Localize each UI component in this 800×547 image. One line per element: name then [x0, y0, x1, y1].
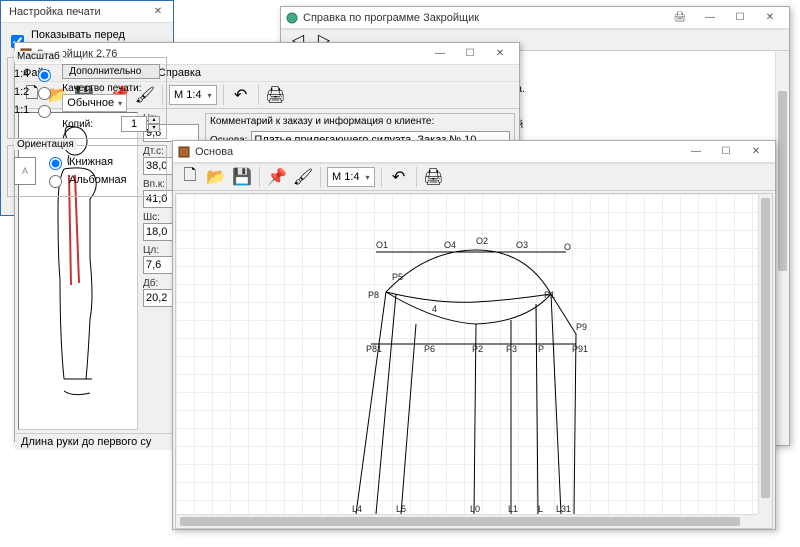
point-label: P5	[392, 272, 403, 282]
help-print-icon[interactable]: 🖨	[665, 8, 695, 28]
close-button[interactable]: ✕	[147, 2, 169, 22]
radio-label: 1:4	[14, 68, 29, 80]
close-button[interactable]: ✕	[485, 44, 515, 64]
help-scrollbar[interactable]	[775, 51, 789, 437]
scale-1-4-radio[interactable]	[38, 69, 51, 82]
help-app-icon	[285, 11, 299, 25]
page-orientation-icon: A	[14, 157, 36, 185]
maximize-button[interactable]: ☐	[455, 44, 485, 64]
separator	[223, 85, 224, 105]
minimize-button[interactable]: —	[425, 44, 455, 64]
pattern-window: Основа — ☐ ✕ 🗋 📂 💾 📌 🖌 M 1:4 ▾ ↶ 🖨	[172, 140, 776, 530]
scale-group: Масштаб 1:4 1:2 1:1 Дополнительно Качест…	[7, 57, 167, 139]
point-label: P1	[544, 290, 555, 300]
close-button[interactable]: ✕	[741, 142, 771, 162]
point-label: O3	[516, 240, 528, 250]
group-legend: Масштаб	[14, 51, 63, 62]
brush-icon[interactable]: 🖌	[292, 166, 314, 188]
maximize-button[interactable]: ☐	[725, 8, 755, 28]
point-label: L1	[508, 504, 518, 514]
point-label: L	[538, 504, 543, 514]
point-label: O2	[476, 236, 488, 246]
extra-button[interactable]: Дополнительно	[62, 64, 160, 79]
radio-label: 1:2	[14, 86, 29, 98]
separator	[320, 167, 321, 187]
spin-down-icon[interactable]: ▾	[148, 124, 160, 132]
point-label: L31	[556, 504, 571, 514]
scale-selector[interactable]: M 1:4 ▾	[327, 167, 375, 187]
scale-label: M 1:4	[174, 89, 202, 101]
new-icon[interactable]: 🗋	[179, 166, 201, 188]
help-titlebar[interactable]: Справка по программе Закройщик 🖨 — ☐ ✕	[281, 7, 789, 29]
separator	[259, 167, 260, 187]
close-button[interactable]: ✕	[755, 8, 785, 28]
separator	[381, 167, 382, 187]
open-icon[interactable]: 📂	[205, 166, 227, 188]
point-label: O1	[376, 240, 388, 250]
separator	[258, 85, 259, 105]
point-label: P9	[576, 322, 587, 332]
scale-selector[interactable]: M 1:4 ▾	[169, 85, 217, 105]
spin-up-icon[interactable]: ▴	[148, 116, 160, 124]
radio-label: 1:1	[14, 104, 29, 116]
copies-input[interactable]	[121, 116, 147, 132]
comment-header: Комментарий к заказу и информация о клие…	[210, 116, 510, 127]
point-label: P91	[572, 344, 588, 354]
resize-grip[interactable]	[758, 514, 772, 528]
pattern-hscroll[interactable]	[176, 514, 758, 528]
chevron-down-icon: ▾	[118, 99, 122, 108]
help-title: Справка по программе Закройщик	[303, 12, 665, 24]
print-title: Настройка печати	[5, 6, 147, 18]
pattern-canvas[interactable]: O1 O4 O2 O3 O P5 P8 4 P1 P9 P81 P6 P2 P3…	[175, 193, 773, 529]
pattern-app-icon	[177, 145, 191, 159]
point-label: P8	[368, 290, 379, 300]
point-label: P81	[366, 344, 382, 354]
scroll-thumb[interactable]	[180, 517, 740, 526]
radio-label: Альбомная	[69, 174, 127, 186]
point-label: P	[538, 344, 544, 354]
copies-label: Копий:	[62, 119, 93, 130]
pattern-toolbar: 🗋 📂 💾 📌 🖌 M 1:4 ▾ ↶ 🖨	[173, 163, 775, 191]
quality-value: Обычное	[67, 97, 114, 109]
print-dialog: Настройка печати ✕ Показывать перед печа…	[0, 0, 174, 216]
save-icon[interactable]: 💾	[231, 166, 253, 188]
point-label: P3	[506, 344, 517, 354]
print-titlebar[interactable]: Настройка печати ✕	[1, 1, 173, 23]
print-icon[interactable]: 🖨	[265, 84, 287, 106]
group-legend: Ориентация	[14, 139, 77, 150]
point-label: L0	[470, 504, 480, 514]
portrait-radio[interactable]	[49, 157, 62, 170]
point-label: 4	[432, 304, 437, 314]
minimize-button[interactable]: —	[681, 142, 711, 162]
scale-1-1-radio[interactable]	[38, 105, 51, 118]
point-label: L5	[396, 504, 406, 514]
chevron-down-icon: ▾	[366, 173, 370, 182]
orientation-group: Ориентация A Книжная Альбомная	[7, 145, 167, 197]
maximize-button[interactable]: ☐	[711, 142, 741, 162]
point-label: L4	[352, 504, 362, 514]
point-label: P2	[472, 344, 483, 354]
print-icon[interactable]: 🖨	[423, 166, 445, 188]
radio-label: Книжная	[69, 156, 113, 168]
point-label: P6	[424, 344, 435, 354]
chevron-down-icon: ▾	[208, 91, 212, 100]
scroll-thumb[interactable]	[778, 91, 787, 271]
pattern-title: Основа	[195, 146, 681, 158]
scroll-thumb[interactable]	[761, 198, 770, 498]
pattern-vscroll[interactable]	[758, 194, 772, 514]
quality-label: Качество печати:	[62, 83, 160, 94]
point-label: O	[564, 242, 571, 252]
undo-icon[interactable]: ↶	[230, 84, 252, 106]
pin-icon[interactable]: 📌	[266, 166, 288, 188]
minimize-button[interactable]: —	[695, 8, 725, 28]
separator	[416, 167, 417, 187]
scale-1-2-radio[interactable]	[38, 87, 51, 100]
pattern-titlebar[interactable]: Основа — ☐ ✕	[173, 141, 775, 163]
scale-label: M 1:4	[332, 171, 360, 183]
undo-icon[interactable]: ↶	[388, 166, 410, 188]
point-label: O4	[444, 240, 456, 250]
landscape-radio[interactable]	[49, 175, 62, 188]
quality-combo[interactable]: Обычное ▾	[62, 94, 127, 112]
